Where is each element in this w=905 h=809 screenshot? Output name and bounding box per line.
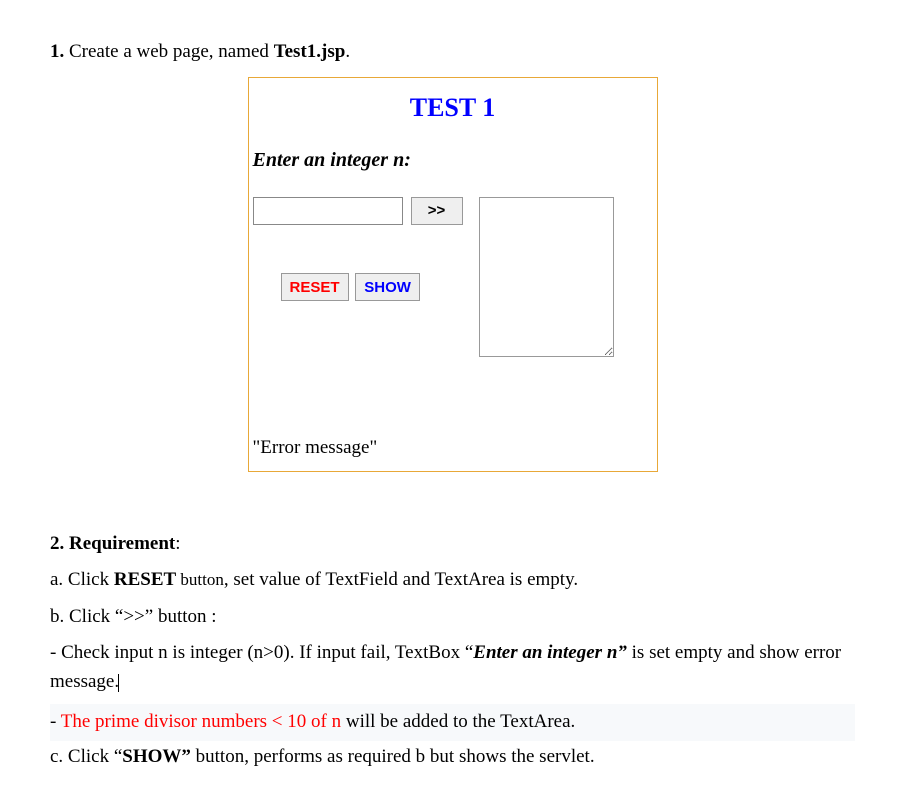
req-a-prefix: a. Click	[50, 569, 114, 590]
step2-heading: Requirement	[64, 533, 175, 554]
mockup-panel: TEST 1 Enter an integer n: >> RESET SHOW…	[248, 77, 658, 472]
step2-number: 2.	[50, 533, 64, 554]
req-c-prefix: c. Click “	[50, 746, 122, 767]
req-b-prime-line: - The prime divisor numbers < 10 of n wi…	[50, 704, 855, 741]
req-c-line: c. Click “SHOW” button, performs as requ…	[50, 743, 855, 772]
error-message-placeholder: "Error message"	[253, 434, 378, 463]
step1-text-after: .	[345, 41, 350, 62]
req-b-prime-rest: will be added to the TextArea.	[341, 711, 575, 732]
req-b-check-line: - Check input n is integer (n>0). If inp…	[50, 639, 855, 696]
button-row: RESET SHOW	[281, 273, 420, 302]
req-c-rest: button, performs as required b but shows…	[191, 746, 595, 767]
step2-line: 2. Requirement:	[50, 530, 855, 559]
result-textarea[interactable]	[479, 197, 614, 357]
mockup-container: TEST 1 Enter an integer n: >> RESET SHOW…	[248, 77, 658, 472]
req-c-bold: SHOW”	[122, 746, 191, 767]
step1-line: 1. Create a web page, named Test1.jsp.	[50, 38, 855, 67]
mockup-input-label: Enter an integer n:	[249, 145, 657, 175]
req-a-line: a. Click RESET button, set value of Text…	[50, 566, 855, 595]
step1-number: 1.	[50, 41, 64, 62]
req-a-button-name: RESET	[114, 569, 176, 590]
step1-filename: Test1.jsp	[274, 41, 346, 62]
req-b-line: b. Click “>>” button :	[50, 603, 855, 632]
show-button[interactable]: SHOW	[355, 273, 420, 301]
req-b-prime-red: The prime divisor numbers < 10 of n	[61, 711, 341, 732]
text-cursor	[118, 674, 119, 692]
req-b-check-italic: Enter an integer n”	[473, 642, 627, 663]
req-b-check-prefix: - Check input n is integer (n>0). If inp…	[50, 642, 473, 663]
step1-text-before: Create a web page, named	[64, 41, 273, 62]
req-a-rest: , set value of TextField and TextArea is…	[224, 569, 578, 590]
reset-button[interactable]: RESET	[281, 273, 349, 301]
go-button[interactable]: >>	[411, 197, 463, 225]
req-b-prime-prefix: -	[50, 711, 61, 732]
mockup-title: TEST 1	[249, 88, 657, 127]
req-a-button-word: button	[176, 570, 224, 589]
step2-colon: :	[175, 533, 180, 554]
integer-input[interactable]	[253, 197, 403, 225]
